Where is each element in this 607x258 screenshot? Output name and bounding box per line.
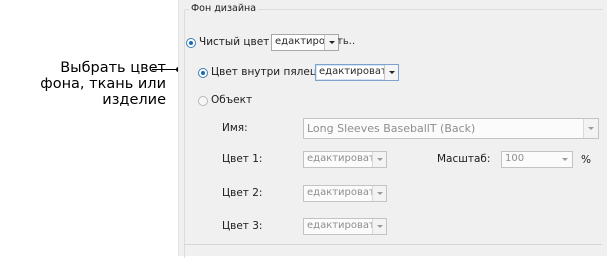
chevron-down-icon[interactable] (583, 119, 598, 138)
chevron-down-icon[interactable] (372, 186, 386, 201)
name-label: Имя: (222, 122, 248, 134)
inside-hoop-color-radio[interactable] (198, 68, 208, 78)
chevron-down-icon[interactable] (558, 152, 572, 167)
color1-label: Цвет 1: (222, 153, 263, 165)
object-label: Объект (211, 94, 253, 106)
object-name-combo[interactable]: Long Sleeves BaseballT (Back) (303, 118, 599, 139)
scale-label: Масштаб: (437, 153, 491, 165)
group-title: Фон дизайна (189, 3, 259, 14)
inside-hoop-color-label: Цвет внутри пялец: (211, 66, 321, 78)
object-name-value: Long Sleeves BaseballT (Back) (307, 122, 476, 135)
chevron-down-icon[interactable] (372, 152, 386, 167)
color3-combo[interactable]: едактировать.. (303, 218, 387, 235)
color2-label: Цвет 2: (222, 187, 263, 199)
group-bottom-divider (184, 244, 602, 245)
chevron-down-icon[interactable] (384, 65, 398, 80)
solid-color-combo-value: едактировать.. (275, 36, 356, 47)
callout-text: Выбрать цвет фона, ткань или изделие (0, 60, 166, 108)
color1-combo[interactable]: едактировать.. (303, 151, 387, 168)
scale-unit: % (581, 154, 591, 166)
color2-combo[interactable]: едактировать.. (303, 185, 387, 202)
callout-line: изделие (102, 92, 166, 108)
color3-label: Цвет 3: (222, 220, 263, 232)
design-background-panel: Фон дизайна Чистый цвет едактировать.. Ц… (178, 0, 607, 258)
inside-hoop-color-combo[interactable]: едактировать.. (315, 64, 399, 81)
chevron-down-icon[interactable] (372, 219, 386, 234)
scale-combo[interactable]: 100 (501, 151, 573, 168)
callout-line: Выбрать цвет (60, 60, 166, 76)
scale-value: 100 (505, 153, 525, 164)
object-radio[interactable] (198, 96, 208, 106)
solid-color-radio[interactable] (186, 38, 196, 48)
chevron-down-icon[interactable] (324, 35, 338, 50)
solid-color-label: Чистый цвет (199, 36, 270, 48)
callout-line: фона, ткань или (40, 76, 166, 92)
solid-color-combo[interactable]: едактировать.. (271, 34, 355, 51)
callout-leader-line (152, 69, 178, 70)
